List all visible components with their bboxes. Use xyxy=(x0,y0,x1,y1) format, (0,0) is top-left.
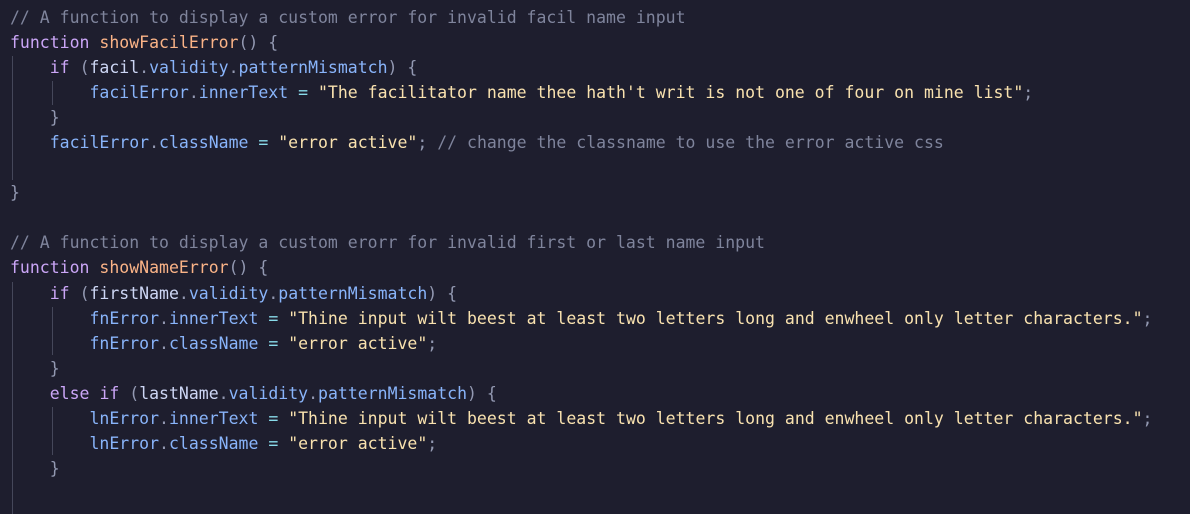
string-literal: "The facilitator name thee hath't writ i… xyxy=(317,83,1024,102)
code-line: fnError.innerText = "Thine input wilt be… xyxy=(89,309,1153,328)
property: className xyxy=(168,434,259,453)
code-line: else if (lastName.validity.patternMismat… xyxy=(49,384,497,403)
property: validity xyxy=(228,384,309,403)
property: patternMismatch xyxy=(238,58,388,77)
function-name: showFacilError xyxy=(99,33,239,52)
identifier: facilError xyxy=(49,133,150,152)
property: validity xyxy=(149,58,229,77)
property: validity xyxy=(188,284,269,303)
code-line: // A function to display a custom error … xyxy=(10,6,686,30)
identifier: facilError xyxy=(89,83,189,102)
property: innerText xyxy=(198,83,289,102)
string-literal: "error active" xyxy=(288,334,428,353)
identifier: lnError xyxy=(89,434,160,453)
keyword-if: if xyxy=(99,384,120,403)
string-literal: "error active" xyxy=(288,434,428,453)
keyword-function: function xyxy=(10,33,90,52)
keyword-else: else xyxy=(49,384,90,403)
code-line: function showNameError() { xyxy=(10,258,269,277)
property: patternMismatch xyxy=(318,384,468,403)
comment: // change the classname to use the error… xyxy=(437,133,944,152)
code-line: function showFacilError() { xyxy=(10,33,279,52)
function-name: showNameError xyxy=(99,258,229,277)
property: patternMismatch xyxy=(278,284,428,303)
code-line: } xyxy=(10,108,60,127)
code-line: fnError.className = "error active"; xyxy=(89,334,438,353)
code-line: // A function to display a custom erorr … xyxy=(10,231,765,255)
code-editor[interactable]: // A function to display a custom error … xyxy=(0,0,1190,514)
string-literal: "Thine input wilt beest at least two let… xyxy=(288,409,1143,428)
keyword-if: if xyxy=(49,284,70,303)
identifier: lastName xyxy=(139,384,219,403)
property: innerText xyxy=(168,309,259,328)
property: className xyxy=(168,334,259,353)
keyword-function: function xyxy=(10,258,90,277)
code-line: } xyxy=(10,359,60,378)
identifier: facil xyxy=(89,58,140,77)
comment: // A function to display a custom erorr … xyxy=(10,233,765,252)
code-line: } xyxy=(10,459,60,478)
property: className xyxy=(159,133,249,152)
code-line: facilError.className = "error active"; /… xyxy=(49,133,944,152)
code-line: lnError.innerText = "Thine input wilt be… xyxy=(89,409,1153,428)
identifier: lnError xyxy=(89,409,160,428)
code-line: } xyxy=(10,183,20,202)
identifier: fnError xyxy=(89,334,160,353)
string-literal: "error active" xyxy=(278,133,418,152)
identifier: firstName xyxy=(89,284,179,303)
code-line: lnError.className = "error active"; xyxy=(89,434,438,453)
keyword-if: if xyxy=(49,58,70,77)
string-literal: "Thine input wilt beest at least two let… xyxy=(288,309,1143,328)
code-line: if (facil.validity.patternMismatch) { xyxy=(49,58,418,77)
identifier: fnError xyxy=(89,309,160,328)
property: innerText xyxy=(168,409,259,428)
code-line: facilError.innerText = "The facilitator … xyxy=(89,83,1034,102)
comment: // A function to display a custom error … xyxy=(10,8,686,27)
code-line: if (firstName.validity.patternMismatch) … xyxy=(49,284,458,303)
